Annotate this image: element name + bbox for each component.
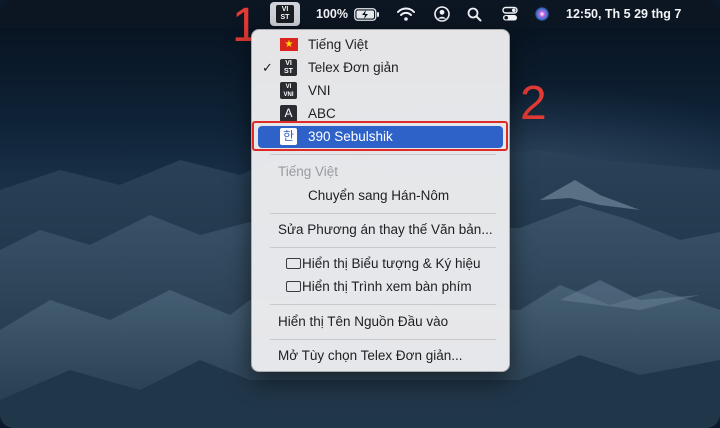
emoji-viewer-icon (286, 258, 301, 269)
menu-item-telex[interactable]: ✓ VI ST Telex Đơn giản (258, 57, 503, 79)
menu-separator (270, 213, 496, 214)
menu-section-header: Tiếng Việt (278, 164, 339, 179)
user-icon[interactable] (434, 0, 450, 28)
menu-item-open-telex-preferences[interactable]: Mở Tùy chọn Telex Đơn giản... (258, 345, 503, 367)
annotation-step-2: 2 (520, 77, 547, 130)
battery-percent[interactable]: 100% (316, 0, 348, 28)
menu-item-show-input-source-name[interactable]: Hiển thị Tên Nguồn Đầu vào (258, 311, 503, 333)
siri-icon[interactable] (534, 0, 550, 28)
menu-item-convert-han-nom[interactable]: Chuyển sang Hán-Nôm (258, 185, 503, 207)
keyboard-icon (286, 281, 301, 292)
menu-item-tieng-viet[interactable]: ★ Tiếng Việt (258, 34, 503, 56)
menu-item-show-keyboard-viewer[interactable]: Hiển thị Trình xem bàn phím (258, 276, 503, 298)
annotation-highlight-box (252, 121, 508, 151)
input-source-menu-button[interactable]: VI ST (270, 2, 300, 26)
input-source-menu: ★ Tiếng Việt ✓ VI ST Telex Đơn giản VI V… (251, 29, 510, 372)
input-source-icon: VI ST (276, 5, 294, 23)
checkmark-icon: ✓ (262, 60, 273, 75)
menu-separator (270, 339, 496, 340)
desktop: VI ST 100% 12:50, Th 5 29 thg 7 1 2 ★ Ti… (0, 0, 720, 428)
menu-item-show-emoji-symbols[interactable]: Hiển thị Biểu tượng & Ký hiệu (258, 253, 503, 275)
vni-icon: VI VNI (280, 82, 298, 100)
battery-charging-icon[interactable] (354, 0, 380, 28)
menu-separator (270, 154, 496, 155)
control-center-icon[interactable] (502, 0, 518, 28)
wifi-icon[interactable] (397, 0, 415, 28)
menu-bar: VI ST 100% 12:50, Th 5 29 thg 7 (0, 0, 720, 28)
clock[interactable]: 12:50, Th 5 29 thg 7 (566, 0, 681, 28)
menu-item-text-replacement[interactable]: Sửa Phương án thay thế Văn bản... (258, 219, 503, 241)
menu-separator (270, 247, 496, 248)
vietnam-flag-icon: ★ (280, 36, 298, 54)
menu-item-vni[interactable]: VI VNI VNI (258, 80, 503, 102)
vist-icon: VI ST (280, 59, 298, 77)
search-icon[interactable] (467, 0, 482, 28)
menu-separator (270, 304, 496, 305)
